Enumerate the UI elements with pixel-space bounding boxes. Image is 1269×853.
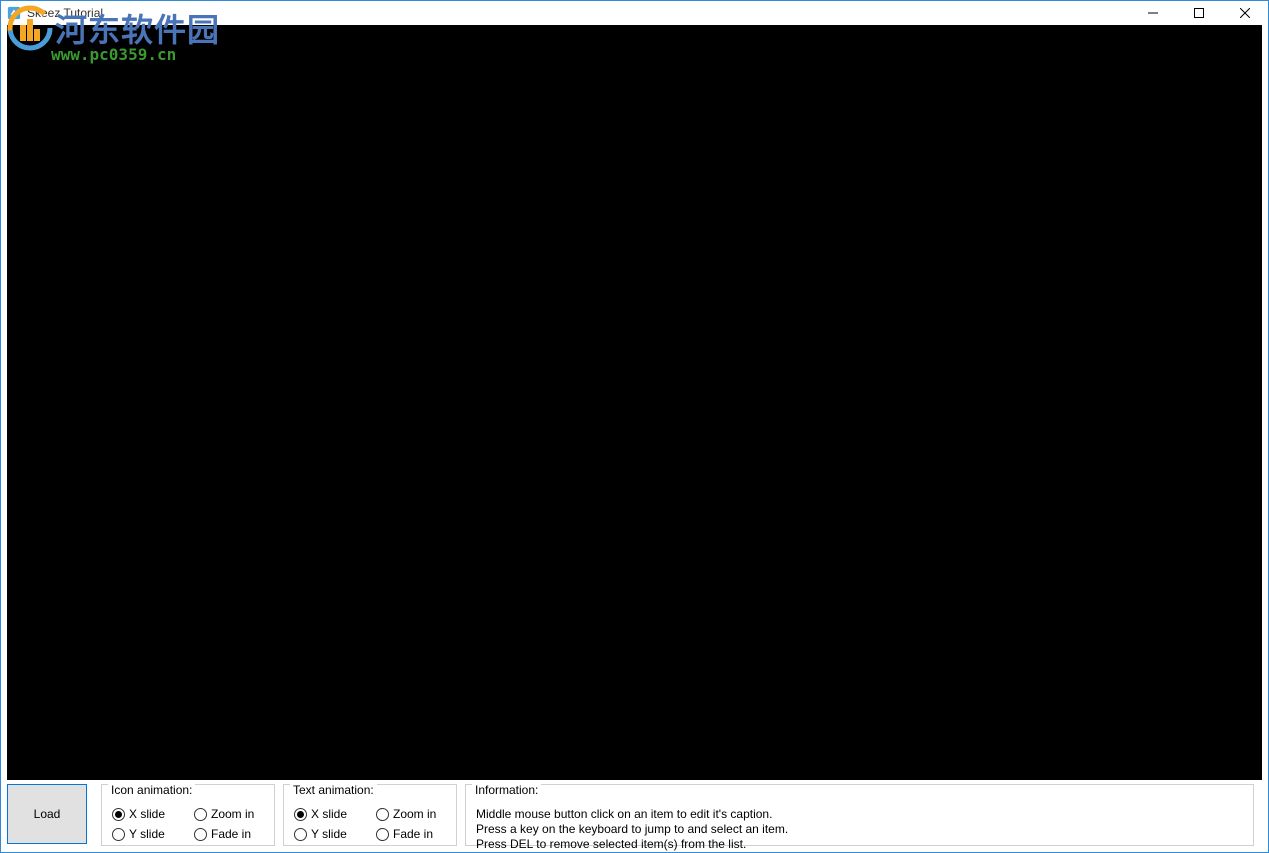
radio-label: Fade in <box>393 827 433 841</box>
radio-icon <box>294 808 307 821</box>
icon-anim-y-slide[interactable]: Y slide <box>112 827 182 841</box>
titlebar: Skeez Tutorial <box>1 1 1268 25</box>
radio-icon <box>376 828 389 841</box>
radio-label: Zoom in <box>211 807 254 821</box>
radio-label: Y slide <box>311 827 347 841</box>
radio-icon <box>112 828 125 841</box>
text-anim-fade-in[interactable]: Fade in <box>376 827 446 841</box>
text-anim-y-slide[interactable]: Y slide <box>294 827 364 841</box>
bottom-panel: Load Icon animation: X slide Zoom in Y s… <box>1 780 1268 852</box>
app-window: Skeez Tutorial Load Icon animation: X sl… <box>0 0 1269 853</box>
radio-label: Zoom in <box>393 807 436 821</box>
information-text: Middle mouse button click on an item to … <box>476 807 1243 852</box>
icon-animation-legend: Icon animation: <box>108 783 195 797</box>
radio-label: Fade in <box>211 827 251 841</box>
radio-label: Y slide <box>129 827 165 841</box>
info-line: Press DEL to remove selected item(s) fro… <box>476 837 1243 852</box>
radio-icon <box>194 808 207 821</box>
information-legend: Information: <box>472 783 541 797</box>
text-anim-x-slide[interactable]: X slide <box>294 807 364 821</box>
app-icon <box>7 6 21 20</box>
radio-icon <box>376 808 389 821</box>
icon-anim-x-slide[interactable]: X slide <box>112 807 182 821</box>
info-line: Press a key on the keyboard to jump to a… <box>476 822 1243 837</box>
radio-icon <box>194 828 207 841</box>
text-animation-group: Text animation: X slide Zoom in Y slide … <box>283 784 457 846</box>
info-line: Middle mouse button click on an item to … <box>476 807 1243 822</box>
text-anim-zoom-in[interactable]: Zoom in <box>376 807 446 821</box>
load-button[interactable]: Load <box>7 784 87 844</box>
icon-anim-fade-in[interactable]: Fade in <box>194 827 264 841</box>
radio-icon <box>294 828 307 841</box>
icon-animation-group: Icon animation: X slide Zoom in Y slide … <box>101 784 275 846</box>
close-button[interactable] <box>1222 1 1268 25</box>
maximize-button[interactable] <box>1176 1 1222 25</box>
preview-viewport[interactable] <box>7 25 1262 780</box>
load-button-label: Load <box>34 807 61 821</box>
text-animation-legend: Text animation: <box>290 783 377 797</box>
minimize-button[interactable] <box>1130 1 1176 25</box>
information-group: Information: Middle mouse button click o… <box>465 784 1254 846</box>
window-title: Skeez Tutorial <box>27 6 103 20</box>
radio-label: X slide <box>129 807 165 821</box>
icon-anim-zoom-in[interactable]: Zoom in <box>194 807 264 821</box>
radio-icon <box>112 808 125 821</box>
radio-label: X slide <box>311 807 347 821</box>
